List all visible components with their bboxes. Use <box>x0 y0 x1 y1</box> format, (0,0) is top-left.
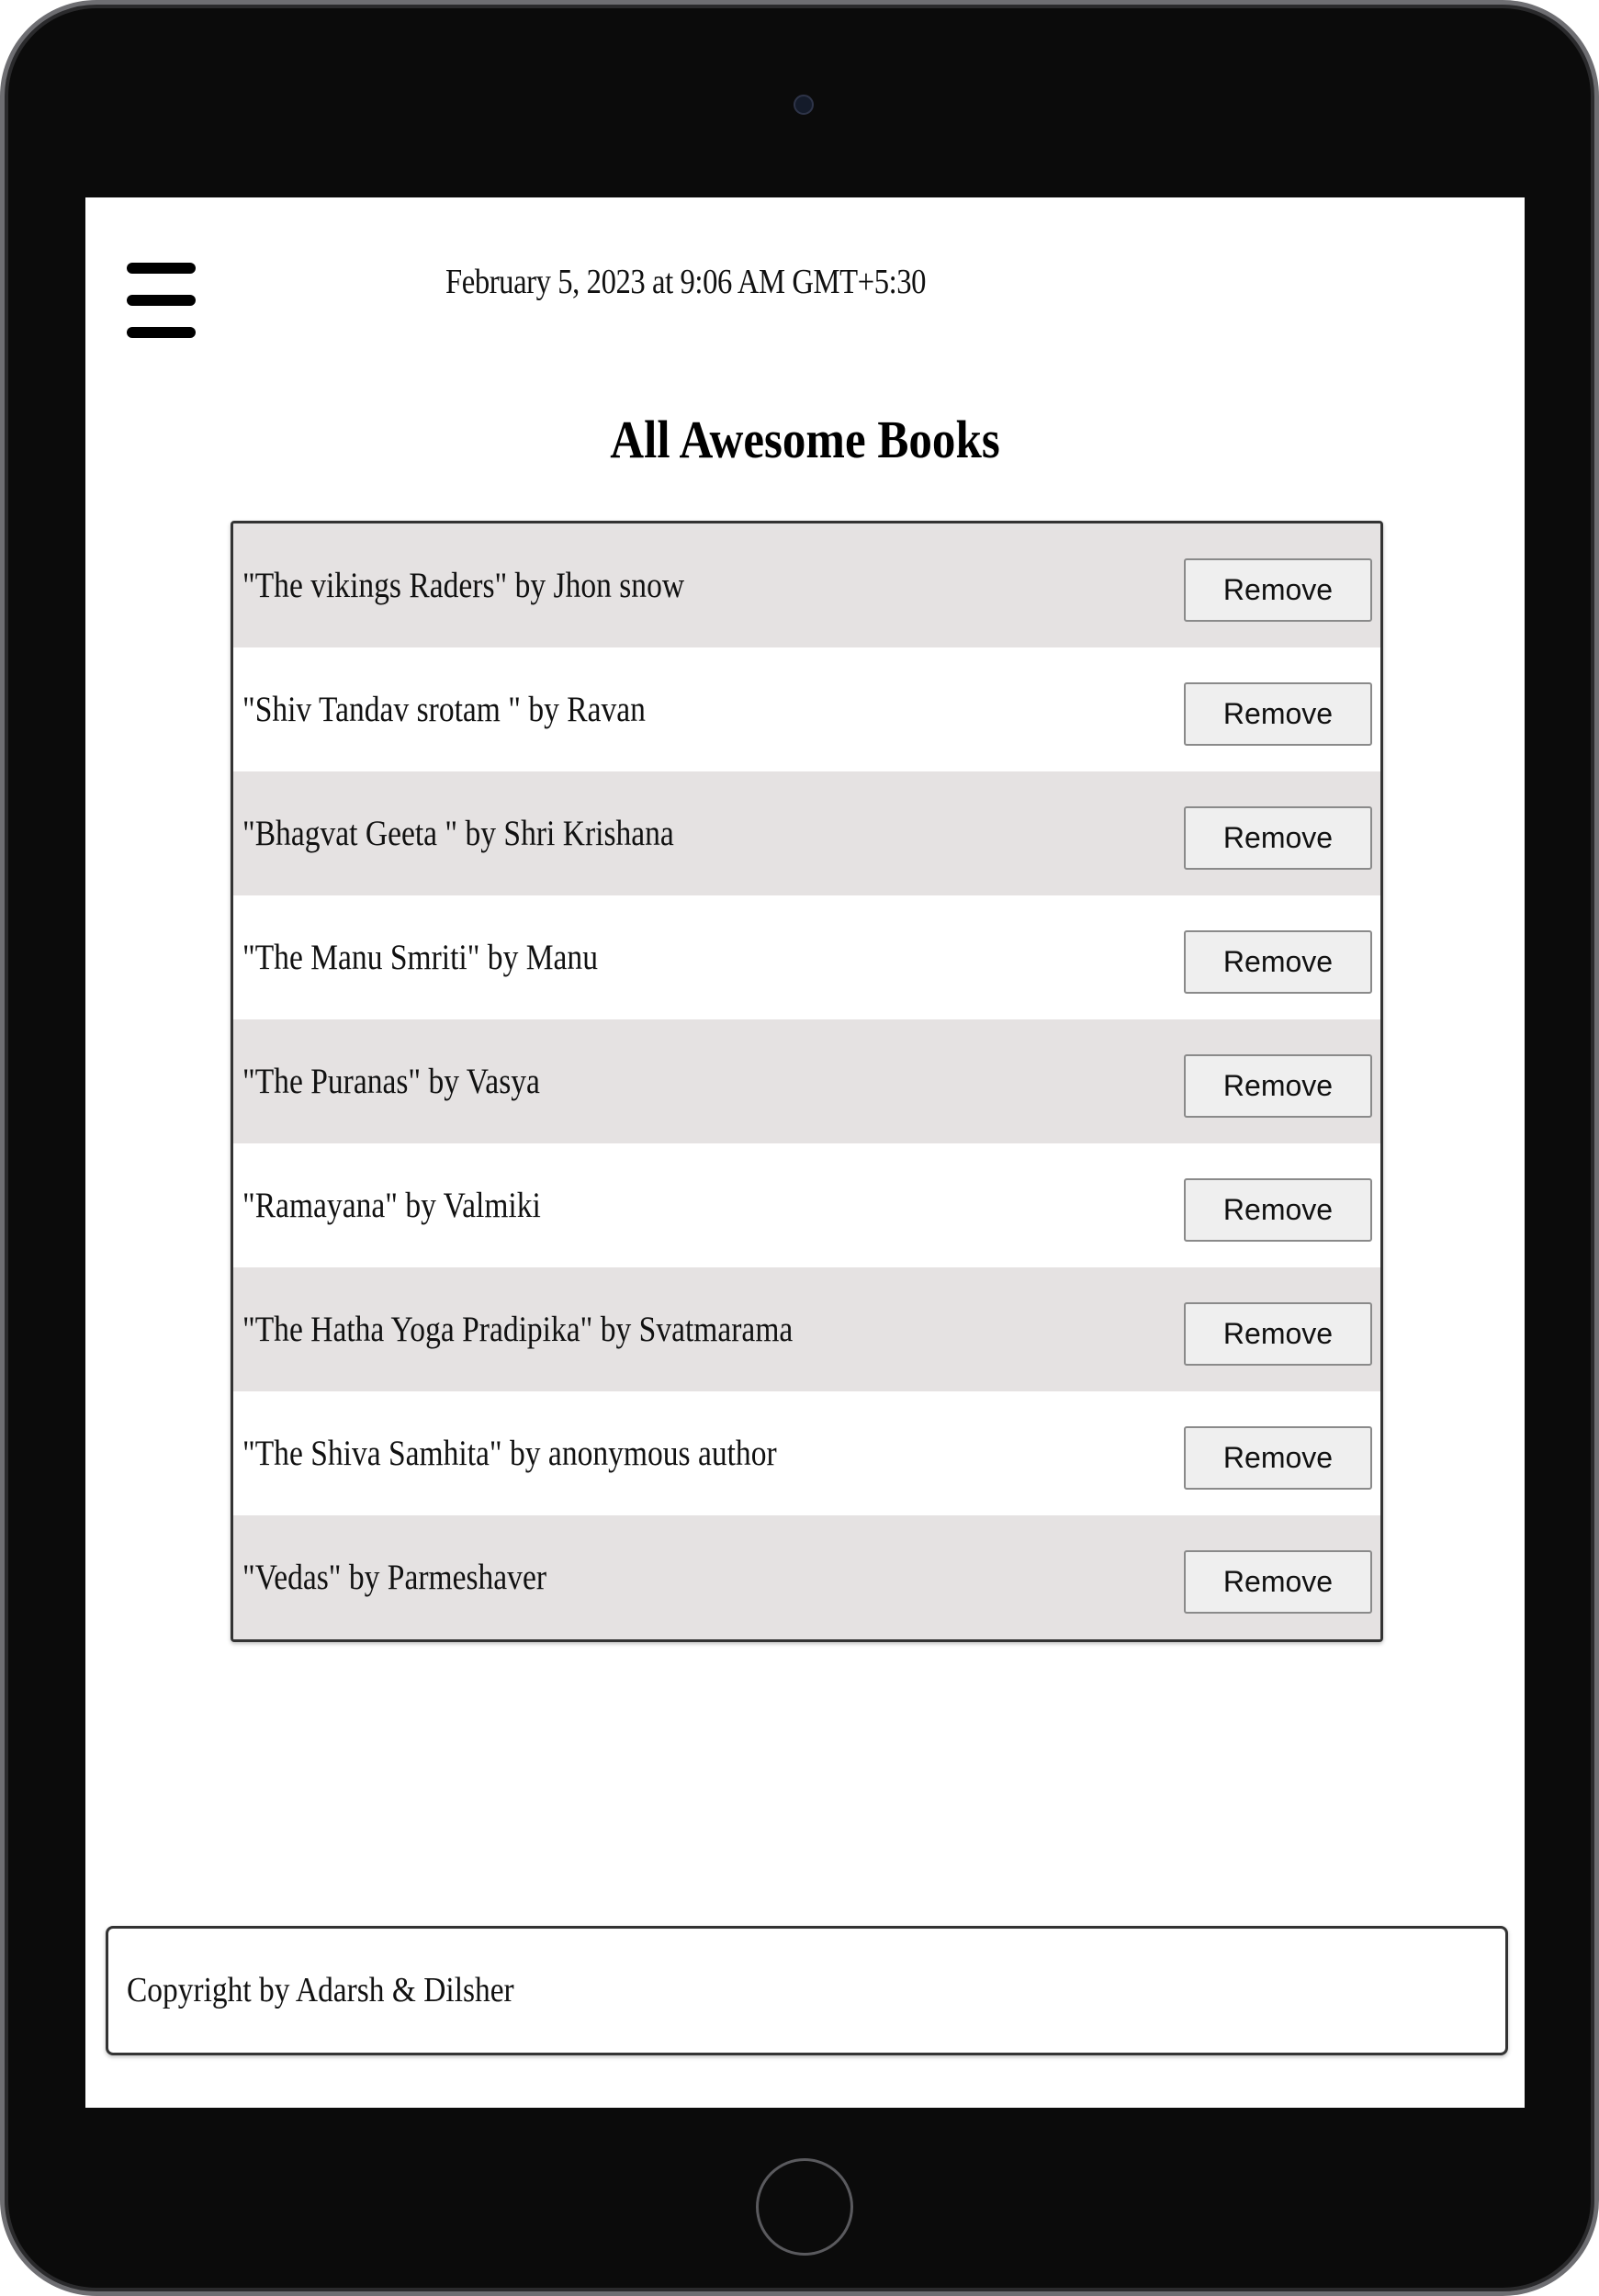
book-title: "Bhagvat Geeta " by Shri Krishana <box>242 814 674 853</box>
remove-button[interactable]: Remove <box>1184 1302 1372 1366</box>
camera-icon <box>794 95 814 115</box>
book-title: "Vedas" by Parmeshaver <box>242 1558 547 1597</box>
book-row: "The Puranas" by Vasya Remove <box>233 1019 1380 1143</box>
book-row: "The Hatha Yoga Pradipika" by Svatmarama… <box>233 1267 1380 1391</box>
tablet-frame: February 5, 2023 at 9:06 AM GMT+5:30 All… <box>0 0 1599 2296</box>
hamburger-menu-icon[interactable] <box>127 257 196 340</box>
copyright-text: Copyright by Adarsh & Dilsher <box>127 1971 514 2009</box>
menu-bar <box>127 263 196 274</box>
remove-button[interactable]: Remove <box>1184 1426 1372 1490</box>
menu-bar <box>127 295 196 306</box>
remove-button[interactable]: Remove <box>1184 682 1372 746</box>
remove-button[interactable]: Remove <box>1184 558 1372 622</box>
book-title: "The Hatha Yoga Pradipika" by Svatmarama <box>242 1310 794 1349</box>
book-title: "The Shiva Samhita" by anonymous author <box>242 1434 777 1473</box>
menu-bar <box>127 327 196 338</box>
footer: Copyright by Adarsh & Dilsher <box>106 1926 1508 2055</box>
remove-button[interactable]: Remove <box>1184 1550 1372 1614</box>
book-title: "The Puranas" by Vasya <box>242 1062 540 1101</box>
book-row: "Shiv Tandav srotam " by Ravan Remove <box>233 647 1380 771</box>
remove-button[interactable]: Remove <box>1184 1054 1372 1118</box>
book-row: "Ramayana" by Valmiki Remove <box>233 1143 1380 1267</box>
book-row: "Vedas" by Parmeshaver Remove <box>233 1515 1380 1639</box>
book-title: "The Manu Smriti" by Manu <box>242 938 598 977</box>
home-button[interactable] <box>756 2158 853 2256</box>
book-title: "Shiv Tandav srotam " by Ravan <box>242 690 646 729</box>
book-title: "Ramayana" by Valmiki <box>242 1186 541 1225</box>
page-title: All Awesome Books <box>610 410 1000 469</box>
remove-button[interactable]: Remove <box>1184 806 1372 870</box>
book-row: "The Shiva Samhita" by anonymous author … <box>233 1391 1380 1515</box>
book-row: "Bhagvat Geeta " by Shri Krishana Remove <box>233 771 1380 895</box>
book-list: "The vikings Raders" by Jhon snow Remove… <box>231 521 1383 1642</box>
screen: February 5, 2023 at 9:06 AM GMT+5:30 All… <box>85 197 1525 2108</box>
remove-button[interactable]: Remove <box>1184 1178 1372 1242</box>
date-display: February 5, 2023 at 9:06 AM GMT+5:30 <box>445 263 927 301</box>
book-row: "The Manu Smriti" by Manu Remove <box>233 895 1380 1019</box>
book-title: "The vikings Raders" by Jhon snow <box>242 566 685 605</box>
remove-button[interactable]: Remove <box>1184 930 1372 994</box>
book-row: "The vikings Raders" by Jhon snow Remove <box>233 523 1380 647</box>
